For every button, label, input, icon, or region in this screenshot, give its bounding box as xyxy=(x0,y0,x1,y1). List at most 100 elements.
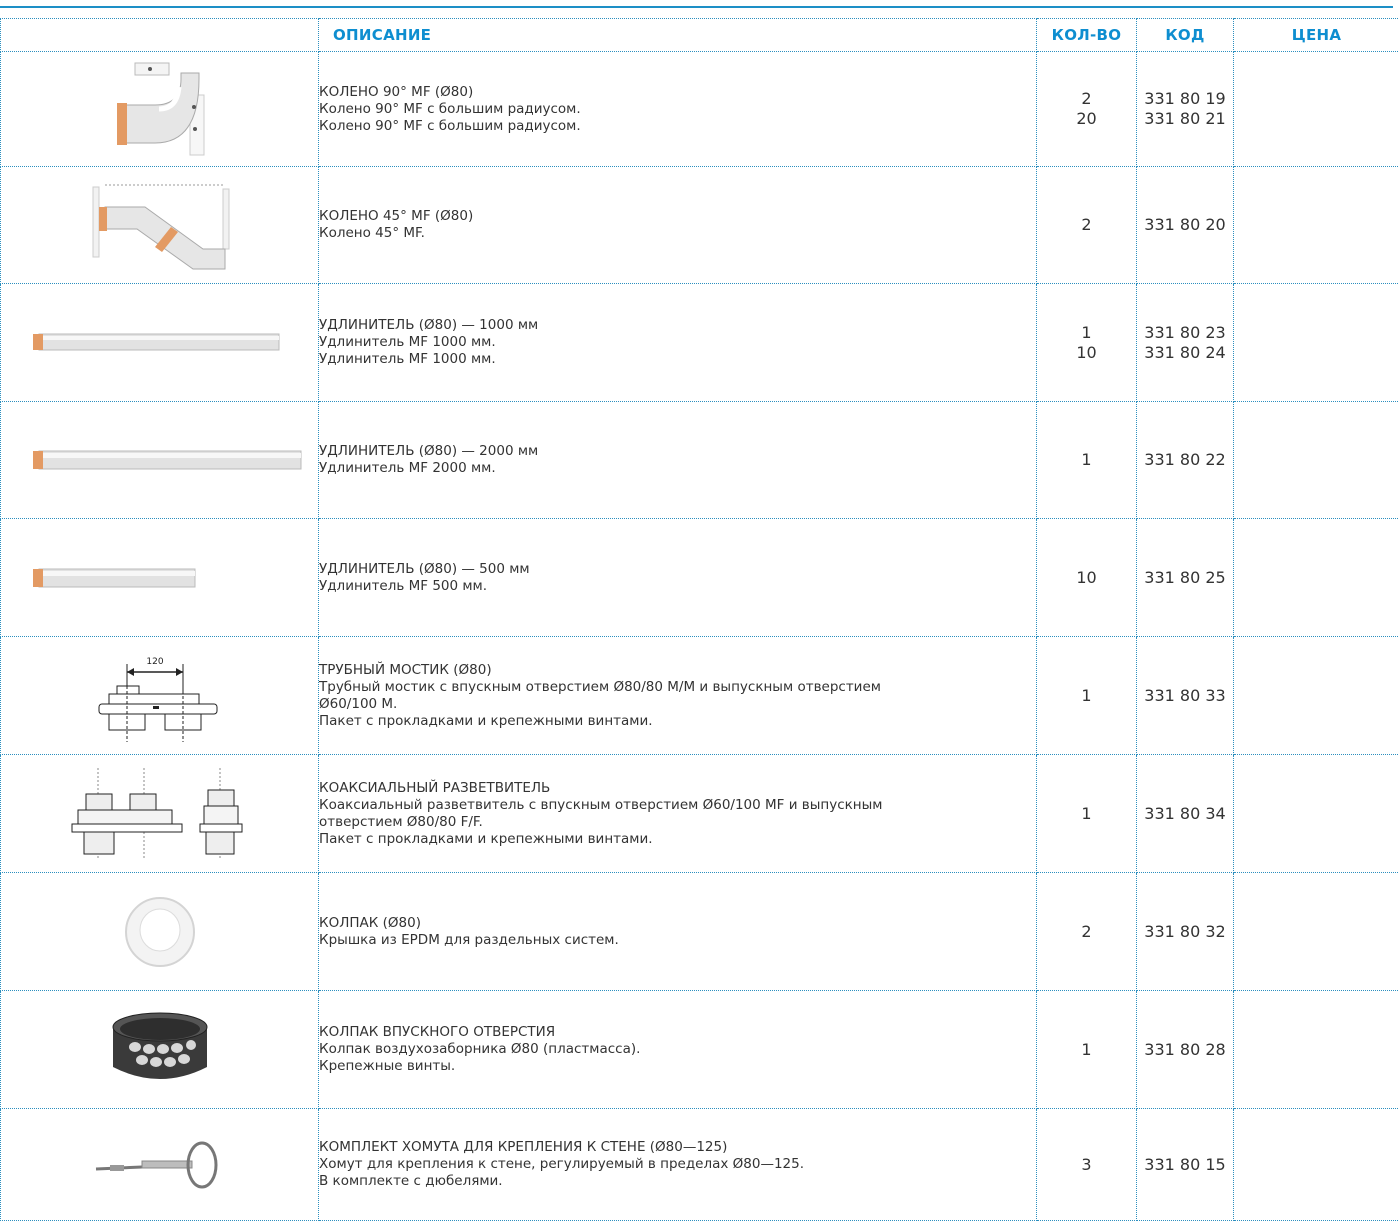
description-line: Удлинитель MF 500 мм. xyxy=(319,578,1036,595)
table-row: КОАКСИАЛЬНЫЙ РАЗВЕТВИТЕЛЬ Коаксиальный р… xyxy=(1,755,1399,873)
description-line: Колено 90° MF с большим радиусом. xyxy=(319,101,1036,118)
product-title: КОЛПАК (Ø80) xyxy=(319,915,1036,932)
product-image xyxy=(1,991,319,1109)
code-cell: 331 80 25 xyxy=(1137,519,1234,637)
description-line: Коаксиальный разветвитель с впускным отв… xyxy=(319,797,1036,814)
code-value: 331 80 19 xyxy=(1137,89,1233,109)
code-value: 331 80 34 xyxy=(1137,804,1233,824)
description-line: Трубный мостик с впускным отверстием Ø80… xyxy=(319,679,1036,696)
description-cell: УДЛИНИТЕЛЬ (Ø80) — 2000 мм Удлинитель MF… xyxy=(319,402,1037,519)
description-cell: КОАКСИАЛЬНЫЙ РАЗВЕТВИТЕЛЬ Коаксиальный р… xyxy=(319,755,1037,873)
qty-cell: 10 xyxy=(1037,519,1137,637)
code-value: 331 80 15 xyxy=(1137,1155,1233,1175)
qty-cell: 2 xyxy=(1037,873,1137,991)
product-image xyxy=(1,52,319,167)
header-qty: КОЛ-ВО xyxy=(1037,19,1137,52)
code-cell: 331 80 28 xyxy=(1137,991,1234,1109)
code-cell: 331 80 23 331 80 24 xyxy=(1137,284,1234,402)
description-line: Хомут для крепления к стене, регулируемы… xyxy=(319,1156,1036,1173)
description-line: Крышка из EPDM для раздельных систем. xyxy=(319,932,1036,949)
description-cell: КОМПЛЕКТ ХОМУТА ДЛЯ КРЕПЛЕНИЯ К СТЕНЕ (Ø… xyxy=(319,1109,1037,1221)
code-value: 331 80 25 xyxy=(1137,568,1233,588)
header-price: ЦЕНА xyxy=(1234,19,1399,52)
table-row: УДЛИНИТЕЛЬ (Ø80) — 2000 мм Удлинитель MF… xyxy=(1,402,1399,519)
elbow-90-icon xyxy=(95,57,225,161)
description-line: Крепежные винты. xyxy=(319,1058,1036,1075)
description-cell: КОЛЕНО 45° MF (Ø80) Колено 45° MF. xyxy=(319,167,1037,284)
product-title: КОАКСИАЛЬНЫЙ РАЗВЕТВИТЕЛЬ xyxy=(319,780,1036,797)
description-line: Пакет с прокладками и крепежными винтами… xyxy=(319,831,1036,848)
product-image xyxy=(1,167,319,284)
code-value: 331 80 20 xyxy=(1137,215,1233,235)
table-row: КОЛЕНО 45° MF (Ø80) Колено 45° MF. 2 331… xyxy=(1,167,1399,284)
product-image xyxy=(1,1109,319,1221)
description-cell: КОЛПАК (Ø80) Крышка из EPDM для раздельн… xyxy=(319,873,1037,991)
price-cell xyxy=(1234,755,1399,873)
description-cell: КОЛПАК ВПУСКНОГО ОТВЕРСТИЯ Колпак воздух… xyxy=(319,991,1037,1109)
description-line: Колено 45° MF. xyxy=(319,225,1036,242)
product-image xyxy=(1,284,319,402)
header-row: ОПИСАНИЕ КОЛ-ВО КОД ЦЕНА xyxy=(1,19,1399,52)
description-line: отверстием Ø80/80 F/F. xyxy=(319,814,1036,831)
product-title: УДЛИНИТЕЛЬ (Ø80) — 1000 мм xyxy=(319,317,1036,334)
price-cell xyxy=(1234,52,1399,167)
description-line: Удлинитель MF 1000 мм. xyxy=(319,334,1036,351)
code-cell: 331 80 22 xyxy=(1137,402,1234,519)
code-value: 331 80 21 xyxy=(1137,109,1233,129)
qty-value: 10 xyxy=(1037,343,1136,363)
qty-value: 20 xyxy=(1037,109,1136,129)
top-rule xyxy=(0,6,1393,8)
code-cell: 331 80 34 xyxy=(1137,755,1234,873)
cap-ring-icon xyxy=(120,892,200,972)
product-title: ТРУБНЫЙ МОСТИК (Ø80) xyxy=(319,662,1036,679)
description-line: Колпак воздухозаборника Ø80 (пластмасса)… xyxy=(319,1041,1036,1058)
product-title: КОЛЕНО 90° MF (Ø80) xyxy=(319,84,1036,101)
coaxial-splitter-icon xyxy=(70,764,250,864)
pipe-1000-icon xyxy=(13,328,313,358)
product-image xyxy=(1,519,319,637)
code-cell: 331 80 33 xyxy=(1137,637,1234,755)
pipe-bridge-icon: 120 xyxy=(95,646,225,746)
dimension-label: 120 xyxy=(146,657,163,667)
description-line: Ø60/100 M. xyxy=(319,696,1036,713)
wall-clamp-icon xyxy=(90,1135,230,1195)
code-cell: 331 80 20 xyxy=(1137,167,1234,284)
qty-cell: 2 xyxy=(1037,167,1137,284)
code-cell: 331 80 15 xyxy=(1137,1109,1234,1221)
description-line: В комплекте с дюбелями. xyxy=(319,1173,1036,1190)
code-cell: 331 80 19 331 80 21 xyxy=(1137,52,1234,167)
inlet-cap-icon xyxy=(105,1005,215,1095)
price-cell xyxy=(1234,402,1399,519)
product-title: КОЛЕНО 45° MF (Ø80) xyxy=(319,208,1036,225)
product-title: КОМПЛЕКТ ХОМУТА ДЛЯ КРЕПЛЕНИЯ К СТЕНЕ (Ø… xyxy=(319,1139,1036,1156)
price-cell xyxy=(1234,519,1399,637)
description-cell: КОЛЕНО 90° MF (Ø80) Колено 90° MF с боль… xyxy=(319,52,1037,167)
code-value: 331 80 24 xyxy=(1137,343,1233,363)
qty-value: 1 xyxy=(1037,323,1136,343)
qty-value: 10 xyxy=(1037,568,1136,588)
product-title: УДЛИНИТЕЛЬ (Ø80) — 500 мм xyxy=(319,561,1036,578)
code-value: 331 80 22 xyxy=(1137,450,1233,470)
table-row: КОЛЕНО 90° MF (Ø80) Колено 90° MF с боль… xyxy=(1,52,1399,167)
qty-value: 1 xyxy=(1037,1040,1136,1060)
elbow-45-icon xyxy=(75,177,245,273)
product-image xyxy=(1,873,319,991)
header-image xyxy=(1,19,319,52)
price-cell xyxy=(1234,284,1399,402)
product-image xyxy=(1,755,319,873)
table-row: УДЛИНИТЕЛЬ (Ø80) — 1000 мм Удлинитель MF… xyxy=(1,284,1399,402)
code-value: 331 80 32 xyxy=(1137,922,1233,942)
pipe-500-icon xyxy=(13,563,313,593)
description-cell: УДЛИНИТЕЛЬ (Ø80) — 1000 мм Удлинитель MF… xyxy=(319,284,1037,402)
price-cell xyxy=(1234,637,1399,755)
qty-value: 2 xyxy=(1037,215,1136,235)
product-image: 120 xyxy=(1,637,319,755)
qty-cell: 1 xyxy=(1037,402,1137,519)
pipe-2000-icon xyxy=(13,445,313,475)
description-cell: ТРУБНЫЙ МОСТИК (Ø80) Трубный мостик с вп… xyxy=(319,637,1037,755)
table-row: КОМПЛЕКТ ХОМУТА ДЛЯ КРЕПЛЕНИЯ К СТЕНЕ (Ø… xyxy=(1,1109,1399,1221)
table-row: КОЛПАК (Ø80) Крышка из EPDM для раздельн… xyxy=(1,873,1399,991)
qty-value: 3 xyxy=(1037,1155,1136,1175)
price-cell xyxy=(1234,991,1399,1109)
qty-cell: 1 10 xyxy=(1037,284,1137,402)
